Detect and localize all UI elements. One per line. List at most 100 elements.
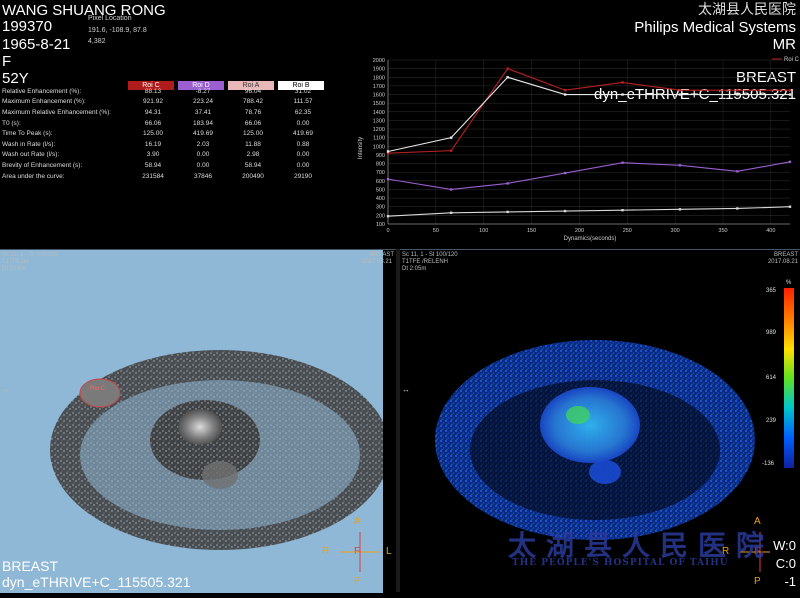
roi-row-value: 66.06	[144, 119, 162, 127]
x-tick-label: 350	[718, 228, 727, 234]
y-tick-label: 1800	[373, 75, 385, 81]
left-image-area[interactable]	[0, 250, 390, 593]
hospital-name: 太湖县人民医院	[698, 2, 796, 18]
chart-lines	[386, 67, 792, 218]
series-point	[563, 89, 567, 92]
series-point	[621, 81, 624, 84]
roi-row-label: Relative Enhancement (%):	[2, 87, 82, 95]
series-point	[449, 188, 453, 191]
chart-axes	[387, 60, 790, 225]
roi-table-row: T0 (s): 66.06 183.94 66.06 0.00	[2, 118, 328, 129]
roi-row-value: 0.00	[296, 161, 310, 169]
roi-row-label: Area under the curve:	[2, 172, 65, 180]
left-series-name: dyn_eTHRIVE+C_115505.321	[2, 574, 191, 590]
left-orient-p: P	[354, 576, 361, 587]
chart-x-label: Dynamics(seconds)	[564, 236, 617, 242]
series-point	[788, 93, 792, 96]
x-tick-label: 0	[386, 228, 389, 234]
roi-row-label: Maximum Relative Enhancement (%):	[2, 108, 112, 116]
series-line-roi-d	[387, 161, 791, 191]
roi-row-value: 96.04	[244, 87, 262, 95]
roi-row-value: 62.35	[294, 108, 312, 116]
left-body-part-small: BREAST	[370, 252, 395, 258]
roi-row-value: 0.00	[196, 161, 210, 169]
window-center: C:0	[775, 556, 796, 571]
y-tick-label: 1400	[373, 110, 385, 116]
roi-row-value: 31.02	[294, 87, 312, 95]
roi-row-value: 94.31	[144, 108, 162, 116]
y-tick-label: 100	[376, 222, 385, 228]
y-tick-label: 700	[376, 170, 385, 176]
series-point	[788, 160, 792, 164]
series-point	[386, 215, 390, 218]
roi-row-value: 921.92	[143, 98, 163, 106]
roi-row-value: 0.88	[296, 140, 310, 148]
right-date: 2017.08.21	[767, 259, 798, 265]
series-point	[621, 93, 624, 96]
pixel-location-coords: 191.6, -108.9, 87.8	[88, 27, 147, 34]
left-orient-a: A	[354, 516, 361, 527]
x-tick-label: 250	[623, 228, 632, 234]
series-point	[506, 182, 509, 185]
y-tick-label: 2000	[373, 58, 385, 64]
colorbar-tick-0: 365	[766, 288, 777, 294]
right-series-info: Sc 11, 1 - Sl 100/120	[402, 252, 458, 258]
roi-row-label: T0 (s):	[2, 119, 21, 127]
roi-row-value: 200490	[242, 172, 264, 180]
right-sequence: T1TFE /RELENH	[402, 259, 449, 265]
roi-table-row: Relative Enhancement (%): 88.13 -8.27 96.04…	[2, 86, 328, 97]
window-width: W:0	[773, 538, 796, 553]
roi-row-value: 0.00	[296, 119, 310, 127]
patient-sex: F	[2, 53, 12, 70]
watermark-sub-text: THE PEOPLE'S HOSPITAL OF TAIHU	[512, 558, 729, 568]
x-tick-label: 300	[671, 228, 680, 234]
series-point	[449, 149, 453, 152]
y-tick-label: 1200	[373, 127, 385, 133]
series-point	[563, 171, 567, 175]
colorbar-unit: %	[786, 280, 792, 286]
left-orient-l: L	[386, 546, 392, 557]
roi-row-value: 125.00	[243, 130, 263, 138]
series-point	[736, 207, 739, 210]
left-dt: Dt 2:05m	[2, 266, 27, 272]
roi-row-value: 125.00	[143, 130, 163, 138]
series-point	[788, 89, 792, 92]
left-orientation-cross-icon	[340, 532, 380, 572]
left-viewport[interactable]: Sc 11, 1 - Sl 100/120 T1TFE /M Dt 2:05m …	[0, 249, 396, 593]
roi-row-value: 2.03	[196, 140, 210, 148]
series-point	[621, 161, 624, 164]
x-tick-label: 150	[527, 228, 536, 234]
colorbar-tick-1: 989	[766, 330, 777, 336]
y-tick-label: 1700	[373, 84, 385, 90]
roi-row-value: 3.90	[146, 151, 160, 159]
series-point	[386, 150, 390, 153]
y-tick-label: 1600	[373, 93, 385, 99]
y-tick-label: 1100	[373, 136, 385, 142]
series-line-roi-c	[387, 67, 790, 154]
colorbar-tick-4: -136	[762, 461, 775, 467]
left-scroll-arrow-icon[interactable]: ↔	[2, 386, 10, 394]
series-point	[621, 208, 624, 212]
series-point	[736, 89, 739, 92]
y-tick-label: 900	[376, 153, 385, 159]
colorbar-tick-3: 239	[766, 418, 777, 424]
roi-table-row: Maximum Relative Enhancement (%): 94.31 37…	[2, 107, 328, 118]
series-point	[449, 136, 453, 139]
patient-age: 52Y	[2, 70, 29, 87]
roi-row-value: 37.41	[194, 108, 212, 116]
roi-c-marker	[79, 378, 121, 408]
y-tick-label: 800	[376, 162, 385, 168]
patient-name: WANG SHUANG RONG	[2, 2, 166, 19]
roi-row-value: 111.57	[293, 98, 313, 106]
x-tick-label: 50	[433, 228, 439, 234]
right-dt: Dt 2:05m	[402, 266, 427, 272]
right-orient-p: P	[754, 576, 761, 587]
series-point	[678, 89, 682, 92]
roi-row-value: 37846	[193, 172, 213, 180]
y-tick-label: 500	[376, 187, 385, 193]
roi-row-label: Wash out Rate (l/s):	[2, 151, 60, 159]
left-series-info: Sc 11, 1 - Sl 100/120	[2, 252, 58, 258]
roi-row-label: Wash in Rate (l/s):	[2, 140, 56, 148]
series-point	[678, 208, 682, 211]
right-scroll-arrow-icon[interactable]: ↔	[402, 386, 410, 394]
